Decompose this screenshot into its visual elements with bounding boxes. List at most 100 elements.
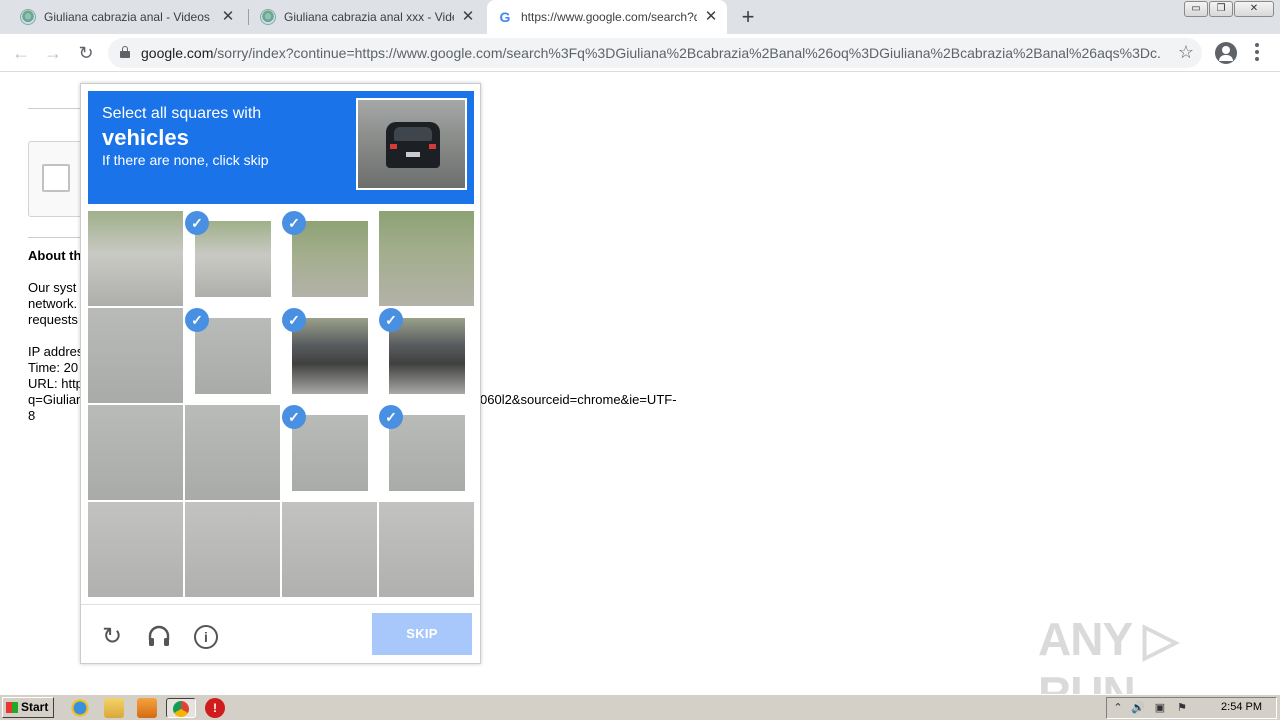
- site-favicon-icon: [20, 9, 36, 25]
- url-text[interactable]: google.com/sorry/index?continue=https://…: [141, 45, 1161, 61]
- chrome-taskbar-icon[interactable]: [166, 698, 196, 718]
- captcha-challenge: Select all squares with vehicles If ther…: [80, 83, 481, 664]
- recaptcha-checkbox[interactable]: [42, 164, 70, 192]
- sample-image: [356, 98, 467, 190]
- address-bar[interactable]: google.com/sorry/index?continue=https://…: [108, 38, 1202, 68]
- tile-image: [292, 415, 368, 491]
- tile-image: [185, 502, 280, 597]
- tab-title: Giuliana cabrazia anal xxx - Videos X: [284, 10, 454, 24]
- tile-image: [195, 318, 271, 394]
- alert-icon[interactable]: !: [205, 698, 225, 718]
- captcha-tile[interactable]: [88, 405, 183, 500]
- info-icon[interactable]: i: [193, 624, 219, 650]
- new-tab-button[interactable]: +: [738, 6, 758, 28]
- google-favicon-icon: G: [499, 9, 511, 25]
- tile-image: [88, 211, 183, 306]
- tab-title: Giuliana cabrazia anal - Videos Xxx P: [44, 10, 214, 24]
- lock-icon[interactable]: [120, 46, 130, 58]
- checkmark-icon: ✓: [185, 308, 209, 332]
- restore-button[interactable]: ❐: [1209, 1, 1233, 17]
- tab-close-icon[interactable]: ✕: [220, 9, 236, 25]
- checkmark-icon: ✓: [282, 308, 306, 332]
- tile-image: [88, 502, 183, 597]
- tile-image: [292, 221, 368, 297]
- checkmark-icon: ✓: [282, 405, 306, 429]
- divider: [28, 237, 83, 238]
- tile-image: [379, 502, 474, 597]
- captcha-tile[interactable]: ✓: [282, 405, 377, 500]
- tile-image: [195, 221, 271, 297]
- captcha-tile[interactable]: ✓: [282, 308, 377, 403]
- url-tail: 060l2&sourceid=chrome&ie=UTF-: [480, 392, 677, 407]
- tab-close-icon[interactable]: ✕: [703, 9, 719, 25]
- checkmark-icon: ✓: [282, 211, 306, 235]
- captcha-tile[interactable]: [379, 502, 474, 597]
- back-button[interactable]: ←: [10, 42, 32, 64]
- checkmark-icon: ✓: [185, 211, 209, 235]
- bookmark-star-icon[interactable]: ☆: [1178, 42, 1194, 63]
- captcha-tile[interactable]: [282, 502, 377, 597]
- headphones-icon[interactable]: [146, 624, 172, 650]
- tile-image: [389, 318, 465, 394]
- captcha-tile[interactable]: [88, 211, 183, 306]
- captcha-tile[interactable]: ✓: [185, 211, 280, 306]
- captcha-tile[interactable]: [185, 502, 280, 597]
- recaptcha-widget: [28, 141, 88, 217]
- browser-menu-icon[interactable]: [1255, 43, 1259, 61]
- window-close-button[interactable]: ✕: [1234, 1, 1274, 17]
- footer-divider: [81, 604, 480, 605]
- tab-close-icon[interactable]: ✕: [460, 9, 476, 25]
- clock: 2:54 PM: [1221, 701, 1262, 713]
- volume-icon[interactable]: 🔊: [1131, 701, 1145, 715]
- tile-image: [389, 415, 465, 491]
- captcha-instruction: Select all squares with: [102, 105, 262, 122]
- flag-icon[interactable]: ⚑: [1175, 701, 1189, 715]
- about-heading: About th: [28, 248, 82, 263]
- skip-button[interactable]: SKIP: [372, 613, 472, 655]
- captcha-grid: ✓ ✓ ✓ ✓ ✓ ✓ ✓: [88, 211, 474, 597]
- captcha-tile[interactable]: [379, 211, 474, 306]
- browser-toolbar: ← → ↻ google.com/sorry/index?continue=ht…: [0, 34, 1280, 72]
- captcha-tile[interactable]: [185, 405, 280, 500]
- start-button[interactable]: Start: [2, 697, 54, 718]
- taskbar: Start ! ⌃ 🔊 ▣ ⚑ 2:54 PM: [0, 694, 1280, 720]
- network-icon[interactable]: ▣: [1153, 701, 1167, 715]
- system-tray: ⌃ 🔊 ▣ ⚑ 2:54 PM: [1106, 697, 1277, 719]
- tab-1[interactable]: Giuliana cabrazia anal - Videos Xxx P ✕: [12, 0, 244, 34]
- tab-title: https://www.google.com/search?q=: [521, 10, 697, 24]
- captcha-tile[interactable]: ✓: [379, 308, 474, 403]
- forward-button[interactable]: →: [42, 42, 64, 64]
- url-line: q=Giulian: [28, 392, 84, 407]
- tab-2[interactable]: Giuliana cabrazia anal xxx - Videos X ✕: [252, 0, 484, 34]
- media-player-icon[interactable]: [137, 698, 157, 718]
- captcha-tile[interactable]: ✓: [379, 405, 474, 500]
- folder-icon[interactable]: [104, 698, 124, 718]
- captcha-tile[interactable]: [88, 502, 183, 597]
- url-line: URL: http: [28, 376, 83, 391]
- time-text: Time: 20: [28, 360, 79, 375]
- checkmark-icon: ✓: [379, 308, 403, 332]
- tab-3-active[interactable]: G https://www.google.com/search?q= ✕: [487, 0, 727, 34]
- url-line: 8: [28, 408, 36, 423]
- body-text: network.: [28, 296, 78, 311]
- captcha-tile[interactable]: ✓: [185, 308, 280, 403]
- body-text: Our syst: [28, 280, 77, 295]
- tab-strip: Giuliana cabrazia anal - Videos Xxx P ✕ …: [0, 0, 1280, 34]
- body-text: requests: [28, 312, 78, 327]
- captcha-tile[interactable]: ✓: [282, 211, 377, 306]
- internet-explorer-icon[interactable]: [70, 698, 90, 718]
- site-favicon-icon: [260, 9, 276, 25]
- profile-avatar-icon[interactable]: [1215, 42, 1237, 64]
- car-image: [386, 122, 440, 168]
- chrome-icon: [173, 701, 189, 717]
- tray-expand-icon[interactable]: ⌃: [1111, 701, 1125, 715]
- reload-icon[interactable]: ↻: [99, 624, 125, 650]
- reload-button[interactable]: ↻: [75, 42, 97, 64]
- tile-image: [379, 211, 474, 306]
- divider: [28, 108, 83, 109]
- tile-image: [88, 405, 183, 500]
- minimize-button[interactable]: ▭: [1184, 1, 1208, 17]
- captcha-tile[interactable]: [88, 308, 183, 403]
- tile-image: [185, 405, 280, 500]
- tab-separator: [248, 9, 249, 25]
